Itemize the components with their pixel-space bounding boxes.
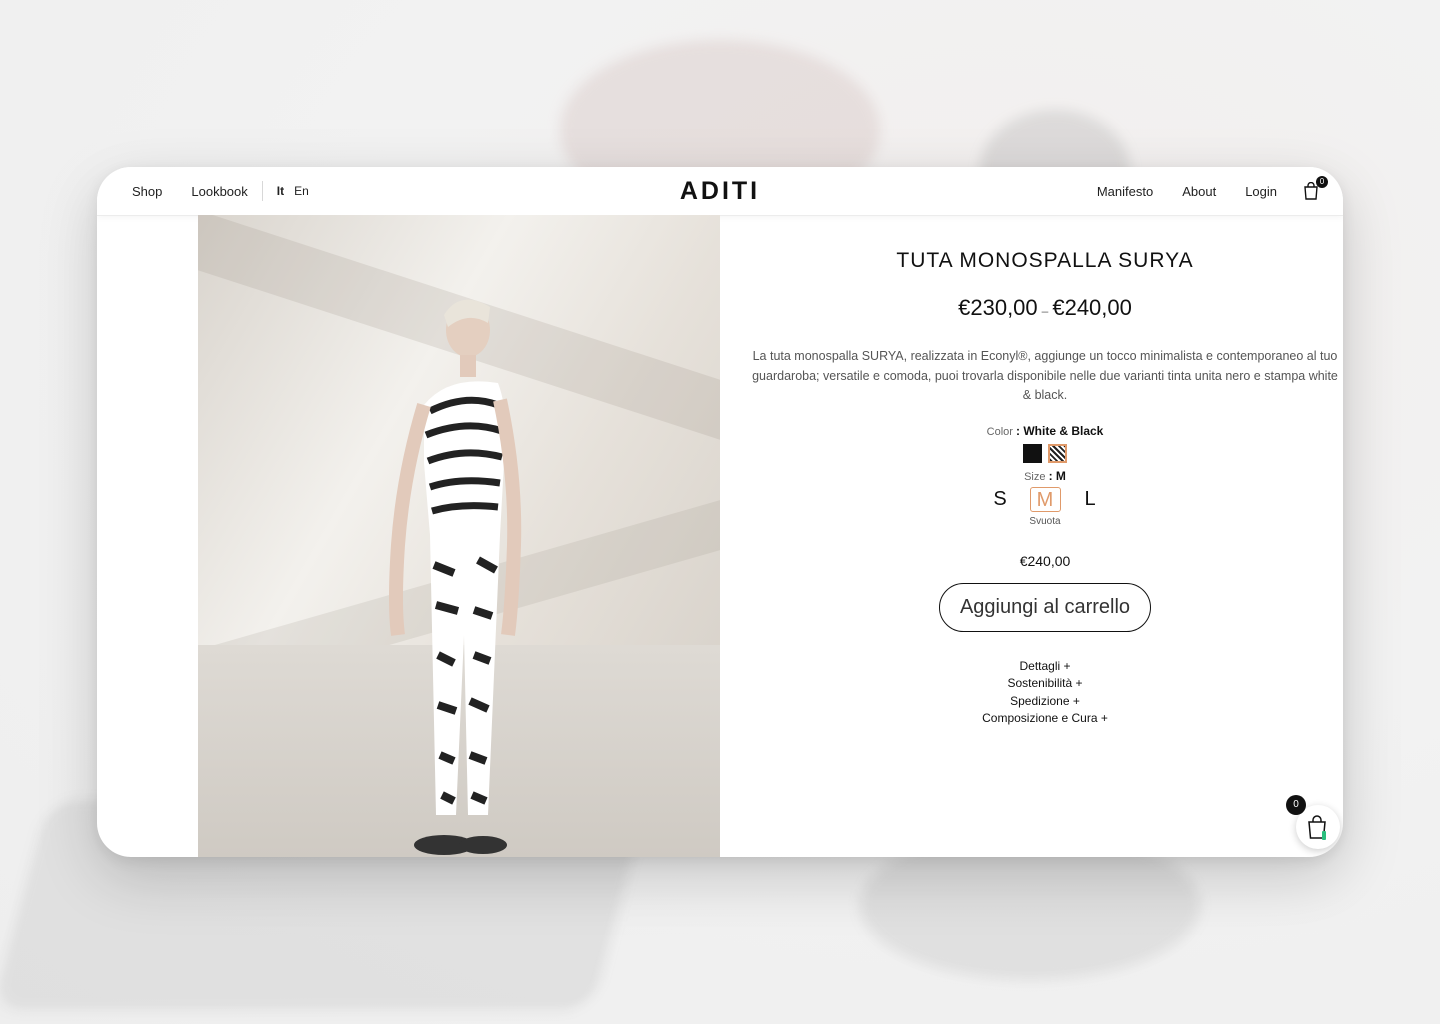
- color-swatch-black[interactable]: [1023, 443, 1042, 463]
- cart-count-badge: 0: [1316, 176, 1328, 188]
- top-navigation: Shop Lookbook It En ADITI Manifesto Abou…: [97, 167, 1343, 216]
- color-swatches: [747, 443, 1343, 463]
- accordion-details[interactable]: Dettagli +: [747, 658, 1343, 676]
- add-to-cart-button[interactable]: Aggiungi al carrello: [939, 582, 1151, 632]
- size-option-m[interactable]: M: [1029, 486, 1061, 512]
- size-value: : M: [1048, 468, 1066, 483]
- color-value: : White & Black: [1016, 423, 1104, 438]
- nav-link-login[interactable]: Login: [1245, 184, 1277, 199]
- product-accordions: Dettagli + Sostenibilità + Spedizione + …: [747, 658, 1343, 728]
- price-max: €240,00: [1052, 295, 1132, 320]
- size-label-row: Size : M: [747, 469, 1343, 483]
- nav-link-manifesto[interactable]: Manifesto: [1097, 184, 1153, 199]
- size-option-s[interactable]: S: [985, 487, 1016, 512]
- product-image[interactable]: [198, 215, 720, 857]
- product-title: TUTA MONOSPALLA SURYA: [896, 249, 1194, 272]
- cart-button[interactable]: 0: [1303, 176, 1328, 200]
- reset-selection-link[interactable]: Svuota: [747, 516, 1343, 527]
- accordion-sustainability[interactable]: Sostenibilità +: [747, 675, 1343, 693]
- variant-price: €240,00: [1019, 552, 1071, 569]
- size-label: Size: [1024, 470, 1046, 483]
- price-min: €230,00: [958, 295, 1038, 320]
- color-label-row: Color : White & Black: [747, 424, 1343, 438]
- model-figure: [389, 299, 522, 855]
- color-swatch-white-black[interactable]: [1048, 443, 1067, 463]
- size-options: S M L: [747, 486, 1343, 512]
- price-range: €230,00– €240,00: [747, 295, 1343, 321]
- accordion-shipping[interactable]: Spedizione +: [747, 693, 1343, 711]
- floating-cart-button[interactable]: 0: [1286, 795, 1340, 849]
- accordion-composition-care[interactable]: Composizione e Cura +: [747, 710, 1343, 728]
- size-option-l[interactable]: L: [1075, 487, 1106, 512]
- nav-link-about[interactable]: About: [1182, 184, 1216, 199]
- price-separator: –: [1041, 304, 1049, 318]
- browser-window: Shop Lookbook It En ADITI Manifesto Abou…: [97, 167, 1343, 857]
- product-details: TUTA MONOSPALLA SURYA €230,00– €240,00 La…: [747, 215, 1343, 728]
- floating-cart-count: 0: [1286, 795, 1306, 815]
- product-description: La tuta monospalla SURYA, realizzata in …: [752, 349, 1338, 402]
- color-label: Color: [986, 425, 1013, 438]
